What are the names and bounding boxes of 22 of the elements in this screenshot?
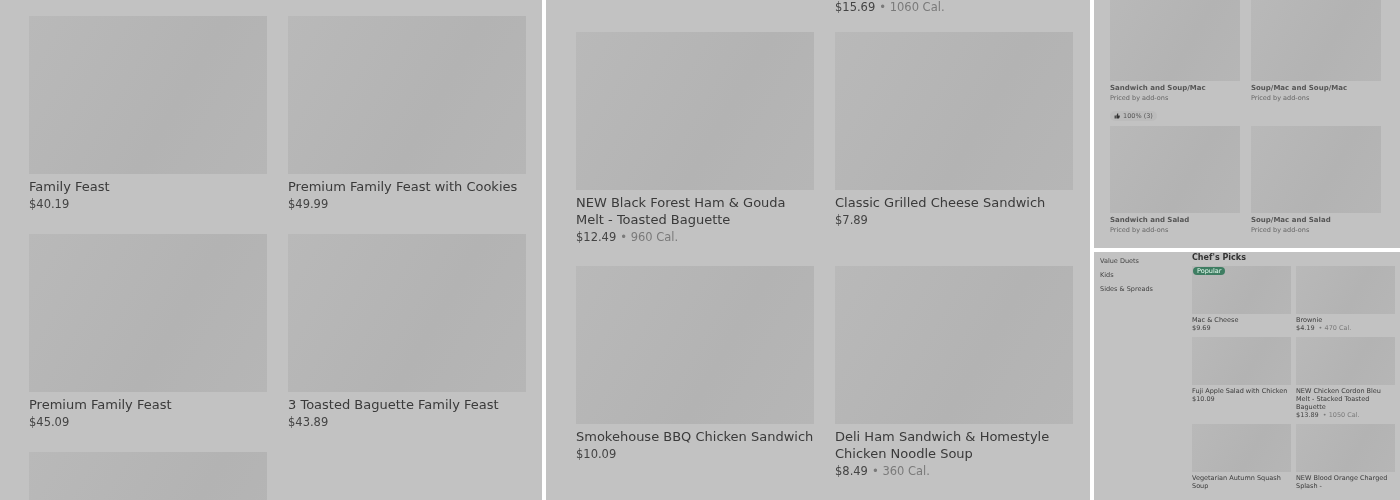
item-price: $10.09 [576,447,617,461]
item-price: $49.99 [288,197,329,211]
item-name: NEW Black Forest Ham & Gouda Melt - Toasted Baguette [576,194,787,228]
item-name: Premium Family Feast [29,396,173,413]
item-name: Smokehouse BBQ Chicken Sandwich [576,428,814,445]
item-price: $43.89 [288,415,329,429]
item-name: Classic Grilled Cheese Sandwich [835,194,1047,211]
item-price: $8.49 [835,464,868,478]
item-price: $40.19 [29,197,70,211]
item-name: Deli Ham Sandwich & Homestyle Chicken Noodle Soup [835,428,1051,462]
item-name: Premium Family Feast with Cookies [288,178,519,195]
item-price: $12.49 [576,230,617,244]
item-name: 3 Toasted Baguette Family Feast [288,396,500,413]
item-name: Family Feast [29,178,111,195]
item-price: $45.09 [29,415,70,429]
calories: • 960 Cal. [620,230,679,244]
thumbs-up-icon [1114,113,1120,119]
calories: • 1060 Cal. [879,0,945,14]
section-heading: Chef's Picks [1192,253,1247,263]
item-price: $15.69 [835,0,876,14]
item-price: $7.89 [835,213,868,227]
calories: • 360 Cal. [871,464,930,478]
